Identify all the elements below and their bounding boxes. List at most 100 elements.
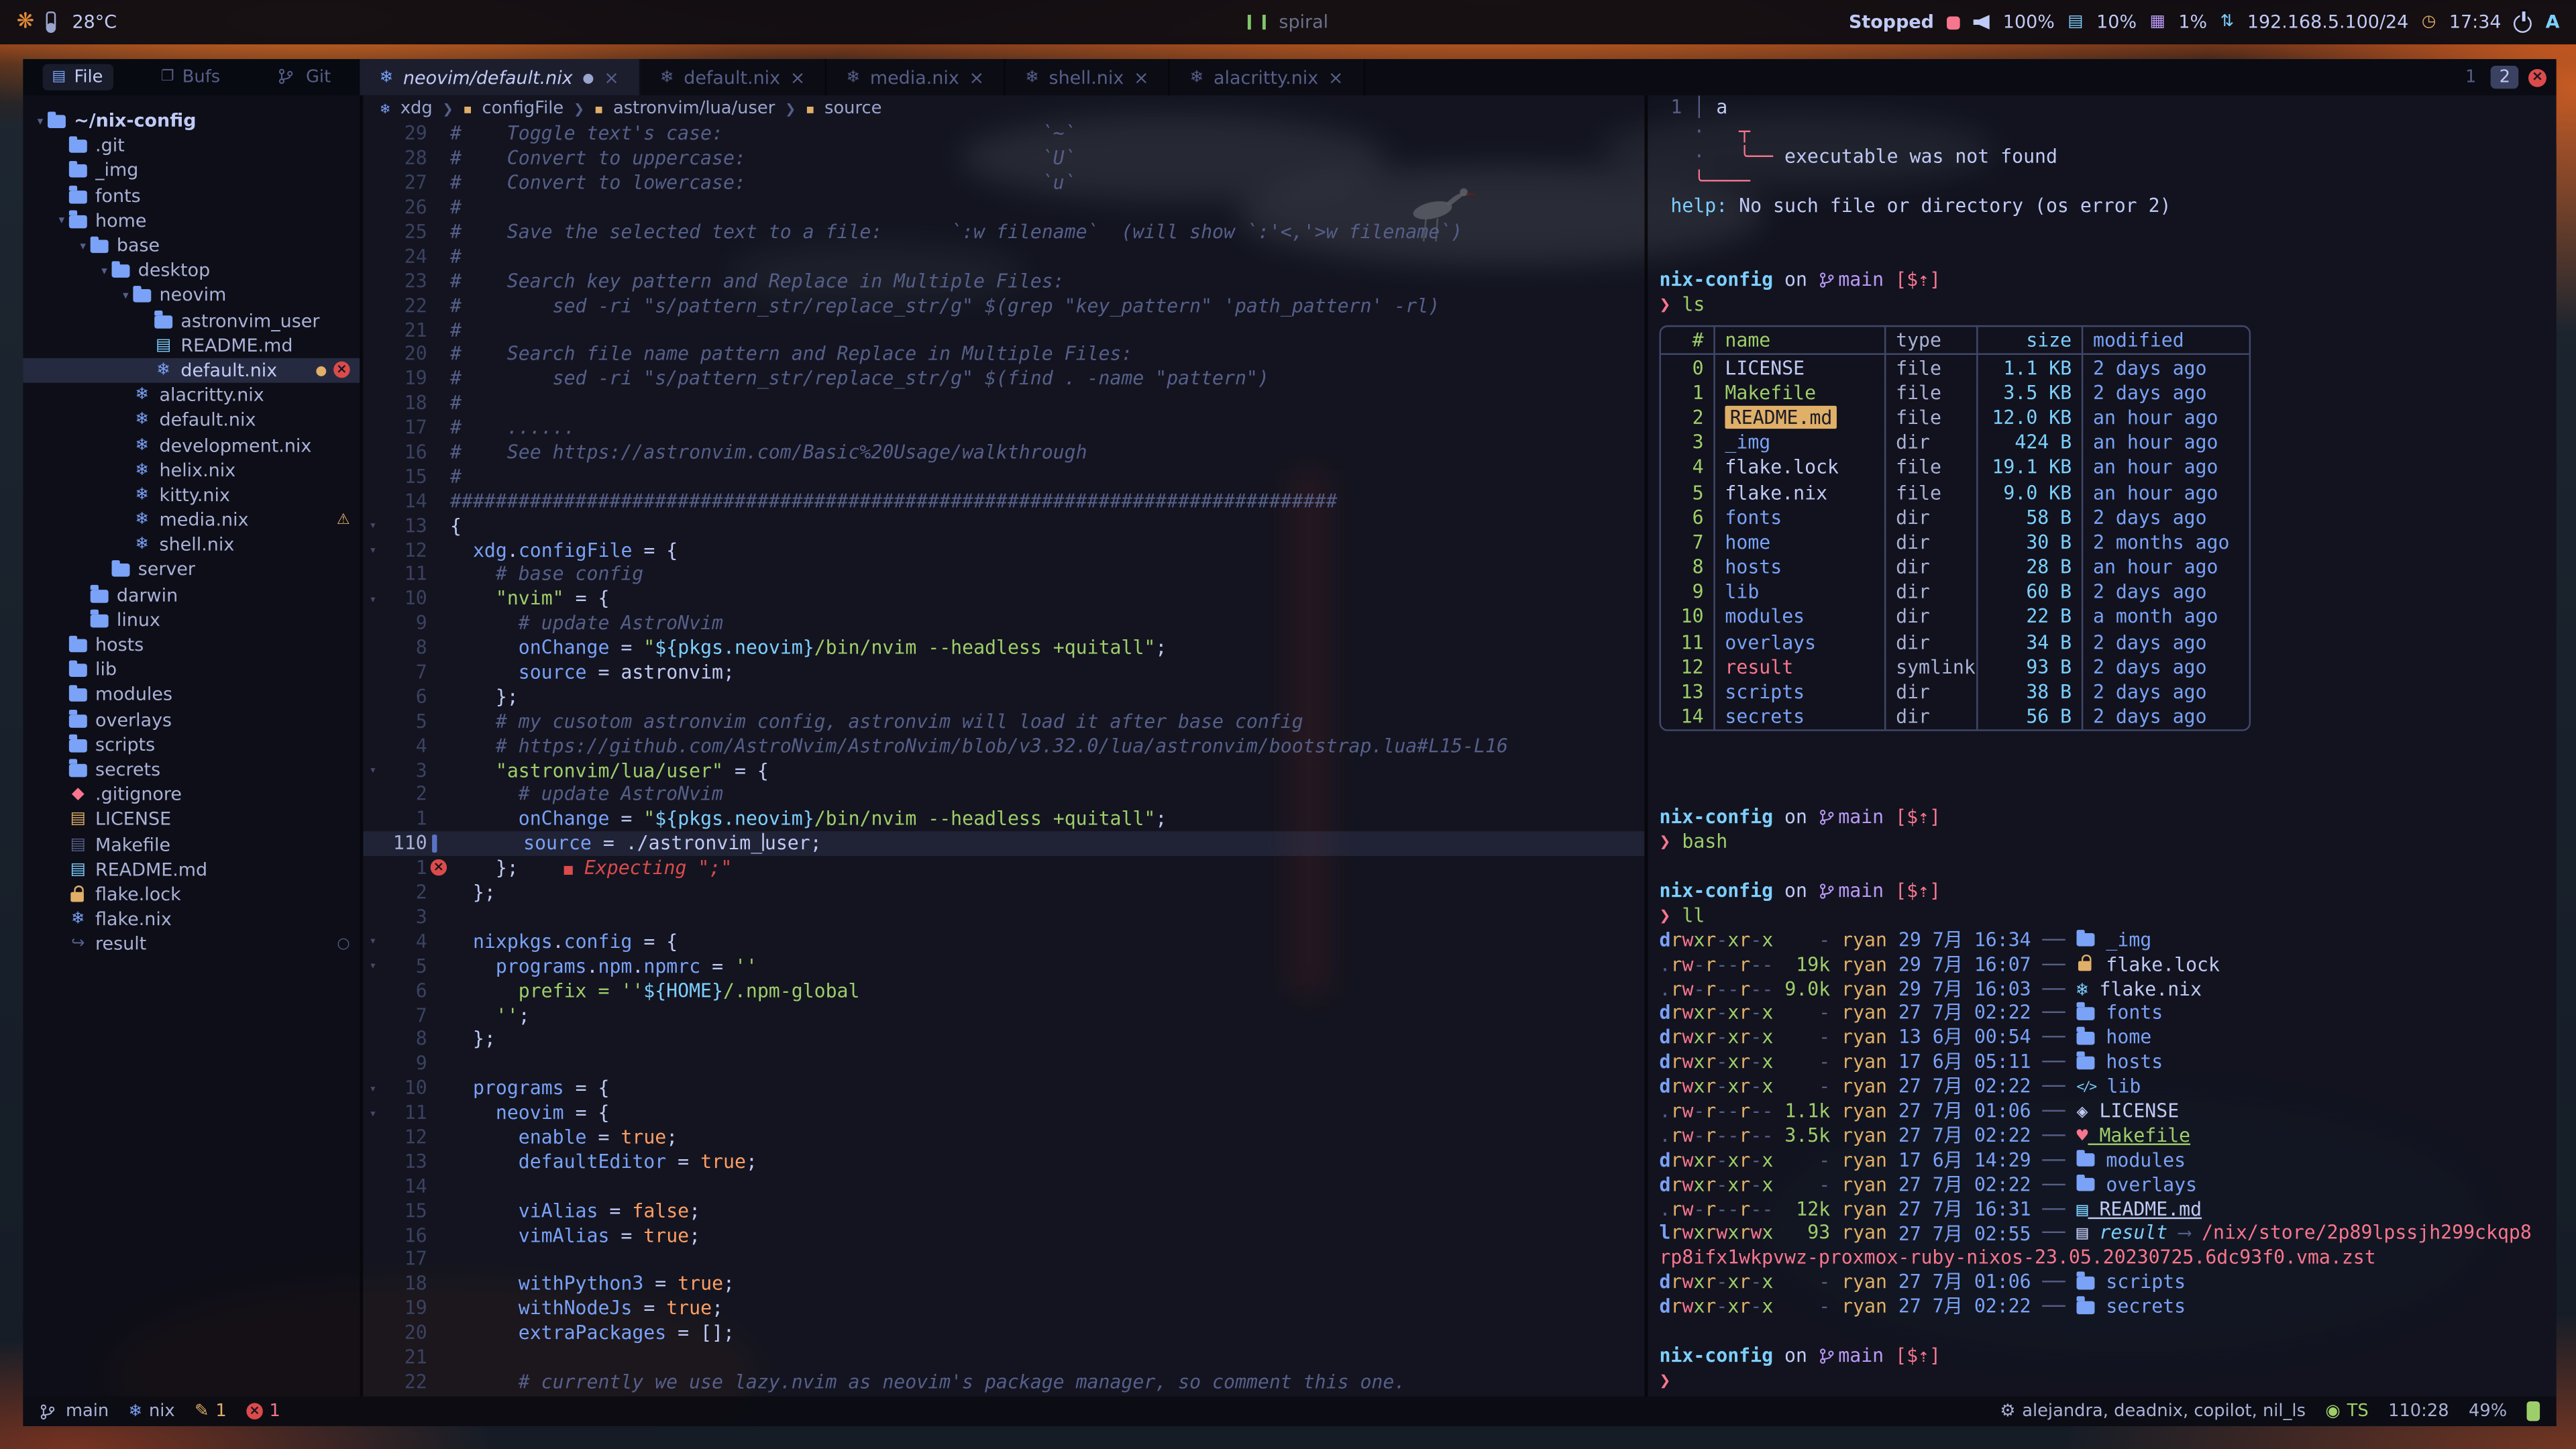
code-line[interactable]: 27# Convert to lowercase: `u` (363, 170, 1644, 195)
modified-indicator[interactable]: ✎ 1 (195, 1401, 227, 1421)
code-line[interactable]: 20# Search file name pattern and Replace… (363, 341, 1644, 366)
error-indicator[interactable]: × 1 (246, 1401, 280, 1421)
code-line[interactable]: 2 # update AstroNvim (363, 782, 1644, 806)
tree-item-server[interactable]: server (23, 557, 360, 582)
code-line[interactable]: 17 (363, 1247, 1644, 1271)
tree-item-astronvim_user[interactable]: astronvim_user (23, 308, 360, 333)
tree-item-shell.nix[interactable]: ❄shell.nix (23, 533, 360, 557)
tree-item-darwin[interactable]: darwin (23, 582, 360, 607)
code-line[interactable]: 15 viAlias = false; (363, 1198, 1644, 1222)
code-line[interactable]: 14######################################… (363, 488, 1644, 513)
code-line[interactable]: ▾10 programs = { (363, 1075, 1644, 1099)
code-line[interactable]: ▾10 "nvim" = { (363, 586, 1644, 610)
file-explorer[interactable]: ▾~/nix-config .git _img fonts▾home▾base▾… (23, 95, 360, 1397)
tree-item-hosts[interactable]: hosts (23, 633, 360, 657)
code-line[interactable]: 22# sed -ri "s/pattern_str/replace_str/g… (363, 292, 1644, 317)
code-line[interactable]: 28# Convert to uppercase: `U` (363, 146, 1644, 170)
code-line[interactable]: 16 vimAlias = true; (363, 1222, 1644, 1246)
code-line[interactable]: 26# (363, 195, 1644, 219)
launcher-icon[interactable]: ❋ (16, 10, 34, 35)
tree-item-development.nix[interactable]: ❄development.nix (23, 433, 360, 458)
tree-item-makefile[interactable]: ▤Makefile (23, 832, 360, 857)
tree-item-desktop[interactable]: ▾desktop (23, 258, 360, 283)
tree-item-.gitignore[interactable]: ◆.gitignore (23, 782, 360, 807)
fold-icon[interactable]: ▾ (363, 763, 382, 777)
close-tab-button[interactable]: × (1134, 66, 1149, 88)
code-line[interactable]: 1× }; ■ Expecting ";" (363, 855, 1644, 879)
tree-item-.git[interactable]: .git (23, 133, 360, 158)
code-line[interactable]: 5 # my cusotom astronvim config, astronv… (363, 708, 1644, 733)
code-line[interactable]: 7 ''; (363, 1002, 1644, 1026)
tree-item-readme.md[interactable]: ▤README.md (23, 857, 360, 881)
git-branch-status[interactable]: main (40, 1401, 109, 1421)
terminal-pane[interactable]: 1 │ a · ┬ · ╰── executable was not found… (1648, 95, 2556, 1397)
close-tab-button[interactable]: × (604, 66, 619, 88)
tree-item-overlays[interactable]: overlays (23, 707, 360, 732)
breadcrumb-item[interactable]: source (824, 99, 881, 118)
code-line[interactable]: 8 }; (363, 1026, 1644, 1051)
code-line[interactable]: 6 prefix = ''${HOME}/.npm-global (363, 978, 1644, 1002)
code-line[interactable]: 20 extraPackages = []; (363, 1320, 1644, 1344)
code-line[interactable]: 110 source = ./astronvim_user; (363, 831, 1644, 855)
sidebar-tab-file[interactable]: ▤File (42, 64, 113, 91)
code-line[interactable]: ▾5 programs.npm.npmrc = '' (363, 953, 1644, 977)
code-line[interactable]: 6 }; (363, 684, 1644, 708)
tree-item-nix-config[interactable]: ▾~/nix-config (23, 109, 360, 133)
tree-item-helix.nix[interactable]: ❄helix.nix (23, 458, 360, 482)
editor-pane[interactable]: ❄xdg❯▪configFile❯▪astronvim/lua/user❯▪so… (363, 95, 1644, 1397)
code-line[interactable]: 22 # currently we use lazy.nvim as neovi… (363, 1369, 1644, 1393)
buffer-tab[interactable]: ❄alacritty.nix× (1170, 59, 1364, 95)
buffer-tab[interactable]: ❄shell.nix× (1006, 59, 1170, 95)
fold-icon[interactable]: ▾ (363, 934, 382, 949)
power-icon[interactable] (2514, 15, 2532, 33)
tree-item-scripts[interactable]: scripts (23, 732, 360, 757)
code-line[interactable]: 29# Toggle text's case: `~` (363, 121, 1644, 146)
code-line[interactable]: 16# See https://astronvim.com/Basic%20Us… (363, 439, 1644, 464)
tree-item-home[interactable]: ▾home (23, 208, 360, 233)
code-line[interactable]: 23# Search key pattern and Replace in Mu… (363, 268, 1644, 292)
tabpage-2[interactable]: 2 (2491, 66, 2518, 89)
tree-item-media.nix[interactable]: ❄media.nix⚠ (23, 508, 360, 533)
tree-item-linux[interactable]: linux (23, 608, 360, 633)
code-line[interactable]: 4 # https://github.com/AstroNvim/AstroNv… (363, 733, 1644, 757)
fold-icon[interactable]: ▾ (363, 1105, 382, 1120)
code-line[interactable]: 1 onChange = "${pkgs.neovim}/bin/nvim --… (363, 806, 1644, 830)
code-line[interactable]: 13 defaultEditor = true; (363, 1149, 1644, 1173)
code-line[interactable]: 9 (363, 1051, 1644, 1075)
fold-icon[interactable]: ▾ (363, 518, 382, 533)
tree-item-readme.md[interactable]: ▤README.md (23, 333, 360, 358)
tree-item-default.nix[interactable]: ❄default.nix●× (23, 358, 360, 383)
tree-item-base[interactable]: ▾base (23, 233, 360, 258)
code-line[interactable]: 18 withPython3 = true; (363, 1271, 1644, 1295)
close-tab-button[interactable]: × (969, 66, 985, 88)
code-line[interactable]: 19# sed -ri "s/pattern_str/replace_str/g… (363, 366, 1644, 390)
code-line[interactable]: 15# (363, 464, 1644, 488)
speaker-icon[interactable] (1974, 15, 1990, 30)
buffer-tab[interactable]: ❄default.nix× (641, 59, 827, 95)
tree-item-default.nix[interactable]: ❄default.nix (23, 408, 360, 433)
buffer-tab[interactable]: ❄media.nix× (826, 59, 1006, 95)
sidebar-tab-bufs[interactable]: ❐Bufs (151, 64, 230, 91)
code-line[interactable]: 17# ...... (363, 415, 1644, 439)
fold-icon[interactable]: ▾ (363, 958, 382, 973)
buffer-tab[interactable]: ❄neovim/default.nix●× (360, 59, 640, 95)
code-line[interactable]: 9 # update AstroNvim (363, 611, 1644, 635)
fold-icon[interactable]: ▾ (363, 1081, 382, 1095)
tree-item-_img[interactable]: _img (23, 158, 360, 183)
tree-item-alacritty.nix[interactable]: ❄alacritty.nix (23, 383, 360, 408)
code-area[interactable]: 29# Toggle text's case: `~` 28# Convert … (363, 121, 1644, 1396)
close-all-button[interactable]: × (2528, 68, 2546, 87)
code-line[interactable]: ▾13{ (363, 513, 1644, 537)
code-line[interactable]: 25# Save the selected text to a file: `:… (363, 219, 1644, 244)
code-line[interactable]: 12 enable = true; (363, 1124, 1644, 1148)
close-tab-button[interactable]: × (790, 66, 806, 88)
code-line[interactable]: ▾4 nixpkgs.config = { (363, 929, 1644, 953)
code-line[interactable]: 3 (363, 904, 1644, 928)
breadcrumb-item[interactable]: astronvim/lua/user (613, 99, 775, 118)
code-line[interactable]: ▾12 xdg.configFile = { (363, 537, 1644, 561)
tabpage-1[interactable]: 1 (2457, 66, 2485, 89)
tree-item-result[interactable]: ↪result○ (23, 932, 360, 957)
code-line[interactable]: ▾11 neovim = { (363, 1100, 1644, 1124)
tree-item-modules[interactable]: modules (23, 682, 360, 707)
tree-item-lib[interactable]: lib (23, 657, 360, 682)
